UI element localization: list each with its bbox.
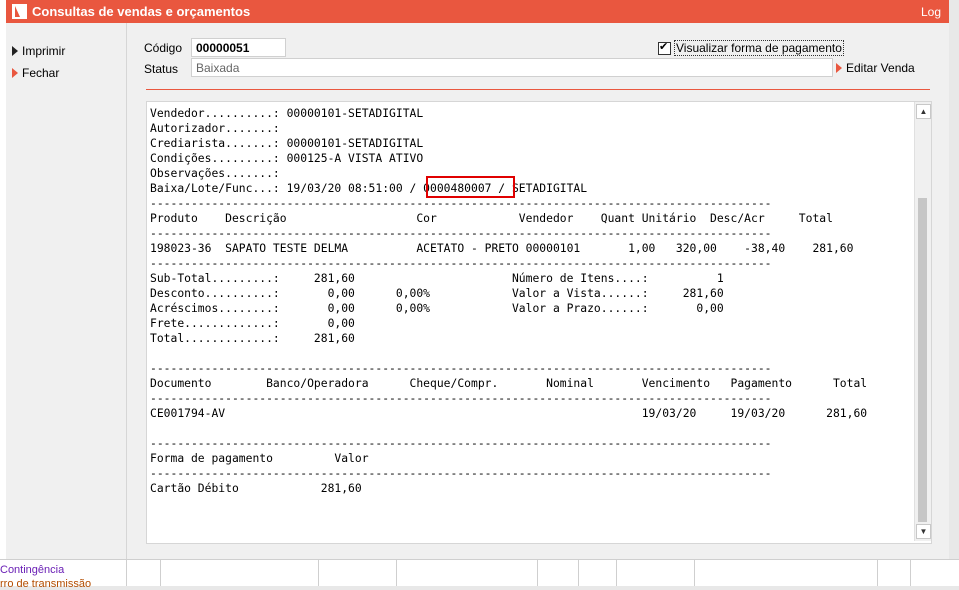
- visualizar-forma-pagamento-checkbox[interactable]: Visualizar forma de pagamento: [658, 40, 844, 56]
- black-triangle-icon: [12, 46, 18, 56]
- orange-triangle-icon: [836, 63, 842, 73]
- print-button[interactable]: Imprimir: [12, 44, 65, 58]
- lote-highlight-box: [426, 176, 515, 198]
- title-bar: Consultas de vendas e orçamentos Log: [6, 0, 949, 23]
- action-sidebar: Imprimir Fechar: [6, 23, 127, 559]
- close-label: Fechar: [22, 66, 60, 80]
- separator-line: [146, 89, 930, 90]
- sale-report-text: Vendedor..........: 00000101-SETADIGITAL…: [150, 106, 868, 495]
- visualizar-forma-pagamento-label: Visualizar forma de pagamento: [674, 40, 844, 56]
- background-status-bar: [0, 559, 959, 586]
- codigo-label: Código: [144, 41, 183, 55]
- orange-triangle-icon: [12, 68, 18, 78]
- vertical-scrollbar[interactable]: ▲ ▼: [914, 102, 931, 541]
- main-panel: Código 00000051 Status Baixada Visualiza…: [126, 23, 949, 559]
- app-logo-icon: [12, 4, 27, 19]
- background-transmissao-label: rro de transmissão: [0, 578, 92, 590]
- codigo-field[interactable]: 00000051: [191, 38, 286, 57]
- background-contingencia-label: Contingência: [0, 564, 65, 576]
- scroll-up-icon[interactable]: ▲: [916, 104, 931, 119]
- scroll-down-icon[interactable]: ▼: [916, 524, 931, 539]
- scroll-thumb[interactable]: [918, 198, 927, 522]
- sales-query-window: Consultas de vendas e orçamentos Log Imp…: [6, 0, 949, 559]
- log-link[interactable]: Log: [921, 5, 941, 19]
- close-button[interactable]: Fechar: [12, 66, 59, 80]
- print-label: Imprimir: [22, 44, 66, 58]
- status-field[interactable]: Baixada: [191, 58, 833, 77]
- editar-venda-button[interactable]: Editar Venda: [836, 61, 915, 75]
- status-label: Status: [144, 62, 179, 76]
- editar-venda-label: Editar Venda: [846, 61, 915, 75]
- window-title: Consultas de vendas e orçamentos: [32, 4, 251, 19]
- checkbox-checked-icon[interactable]: [658, 40, 671, 55]
- sale-report-panel[interactable]: Vendedor..........: 00000101-SETADIGITAL…: [146, 101, 932, 544]
